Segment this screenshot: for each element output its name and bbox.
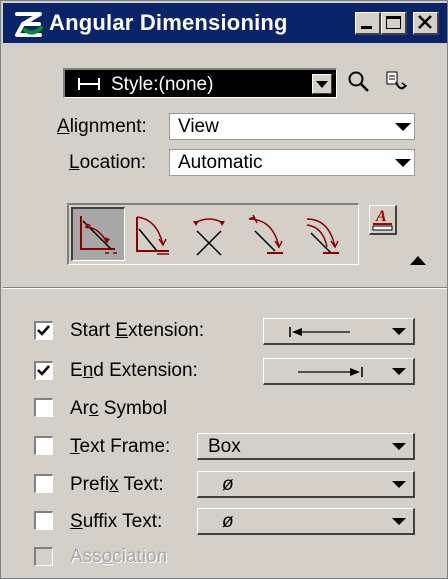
maximize-icon xyxy=(386,16,401,29)
suffix-text-value: ø xyxy=(222,511,234,532)
text-settings-button[interactable]: A xyxy=(369,205,397,235)
arc-symbol-checkbox[interactable] xyxy=(34,398,53,417)
checkmark-icon xyxy=(37,325,50,336)
window-title: Angular Dimensioning xyxy=(49,10,288,35)
chevron-down-icon xyxy=(395,123,411,131)
arc-symbol-label: Arc Symbol xyxy=(70,398,168,419)
angular-dimensioning-window: Angular Dimensioning Style:(none) Alignm… xyxy=(0,0,448,579)
location-select[interactable]: Automatic xyxy=(169,149,415,176)
text-frame-value: Box xyxy=(208,436,241,457)
end-extension-terminator-select[interactable] xyxy=(263,358,415,385)
start-extension-label: Start Extension: xyxy=(70,320,205,341)
text-frame-label: Text Frame: xyxy=(70,436,171,457)
terminator-arrow-right-icon xyxy=(298,367,363,377)
close-button[interactable] xyxy=(413,12,439,35)
chevron-down-icon xyxy=(392,518,406,525)
terminator-arrow-left-icon xyxy=(289,327,350,337)
minimize-icon xyxy=(361,26,372,29)
magnifier-icon[interactable] xyxy=(347,70,371,94)
dimension-angle-lines-icon[interactable] xyxy=(189,209,229,259)
text-frame-select[interactable]: Box xyxy=(197,433,415,460)
prefix-text-label: Prefix Text: xyxy=(70,474,164,495)
text-frame-checkbox[interactable] xyxy=(34,436,53,455)
title-bar[interactable]: Angular Dimensioning xyxy=(3,3,447,43)
section-divider xyxy=(3,287,447,289)
close-icon xyxy=(418,15,432,29)
maximize-button[interactable] xyxy=(381,12,407,35)
minimize-button[interactable] xyxy=(355,12,381,35)
location-label: Location: xyxy=(69,152,147,173)
dimension-size-angle-icon xyxy=(80,216,117,254)
chevron-down-icon xyxy=(392,481,406,488)
checkmark-icon xyxy=(37,365,50,376)
prefix-text-select[interactable]: ø xyxy=(197,471,415,498)
style-value: Style:(none) xyxy=(111,74,214,95)
dimension-style-icon xyxy=(78,78,100,90)
end-extension-checkbox[interactable] xyxy=(34,361,53,380)
tool-dimension-size-angle[interactable] xyxy=(71,207,125,261)
dimension-style-select[interactable]: Style:(none) xyxy=(63,68,337,98)
chevron-down-icon xyxy=(316,81,328,88)
suffix-text-select[interactable]: ø xyxy=(197,508,415,535)
collapse-arrow-icon[interactable] xyxy=(407,253,429,267)
end-extension-label: End Extension: xyxy=(70,360,198,381)
association-label: Association xyxy=(70,546,168,567)
svg-text:A: A xyxy=(375,208,387,225)
start-extension-checkbox[interactable] xyxy=(34,321,53,340)
chevron-down-icon xyxy=(395,159,411,167)
start-extension-terminator-select[interactable] xyxy=(263,318,415,345)
microstation-logo-icon xyxy=(14,10,44,38)
chevron-down-icon xyxy=(392,443,406,450)
style-options-icon[interactable] xyxy=(383,68,409,96)
style-dropdown-button[interactable] xyxy=(312,74,332,94)
suffix-text-checkbox[interactable] xyxy=(34,511,53,530)
prefix-text-value: ø xyxy=(222,474,234,495)
chevron-down-icon xyxy=(392,368,406,375)
suffix-text-label: Suffix Text: xyxy=(70,511,163,532)
dimension-angle-location-icon[interactable] xyxy=(133,209,173,259)
alignment-value: View xyxy=(178,116,219,137)
dimension-angle-x-axis-icon[interactable] xyxy=(245,209,285,259)
association-checkbox xyxy=(34,547,53,566)
dimension-angle-y-axis-icon[interactable] xyxy=(301,209,341,259)
chevron-down-icon xyxy=(392,328,406,335)
prefix-text-checkbox[interactable] xyxy=(34,474,53,493)
text-settings-icon: A xyxy=(372,208,393,231)
alignment-label: Alignment: xyxy=(57,116,147,137)
alignment-select[interactable]: View xyxy=(169,113,415,140)
location-value: Automatic xyxy=(178,152,263,173)
